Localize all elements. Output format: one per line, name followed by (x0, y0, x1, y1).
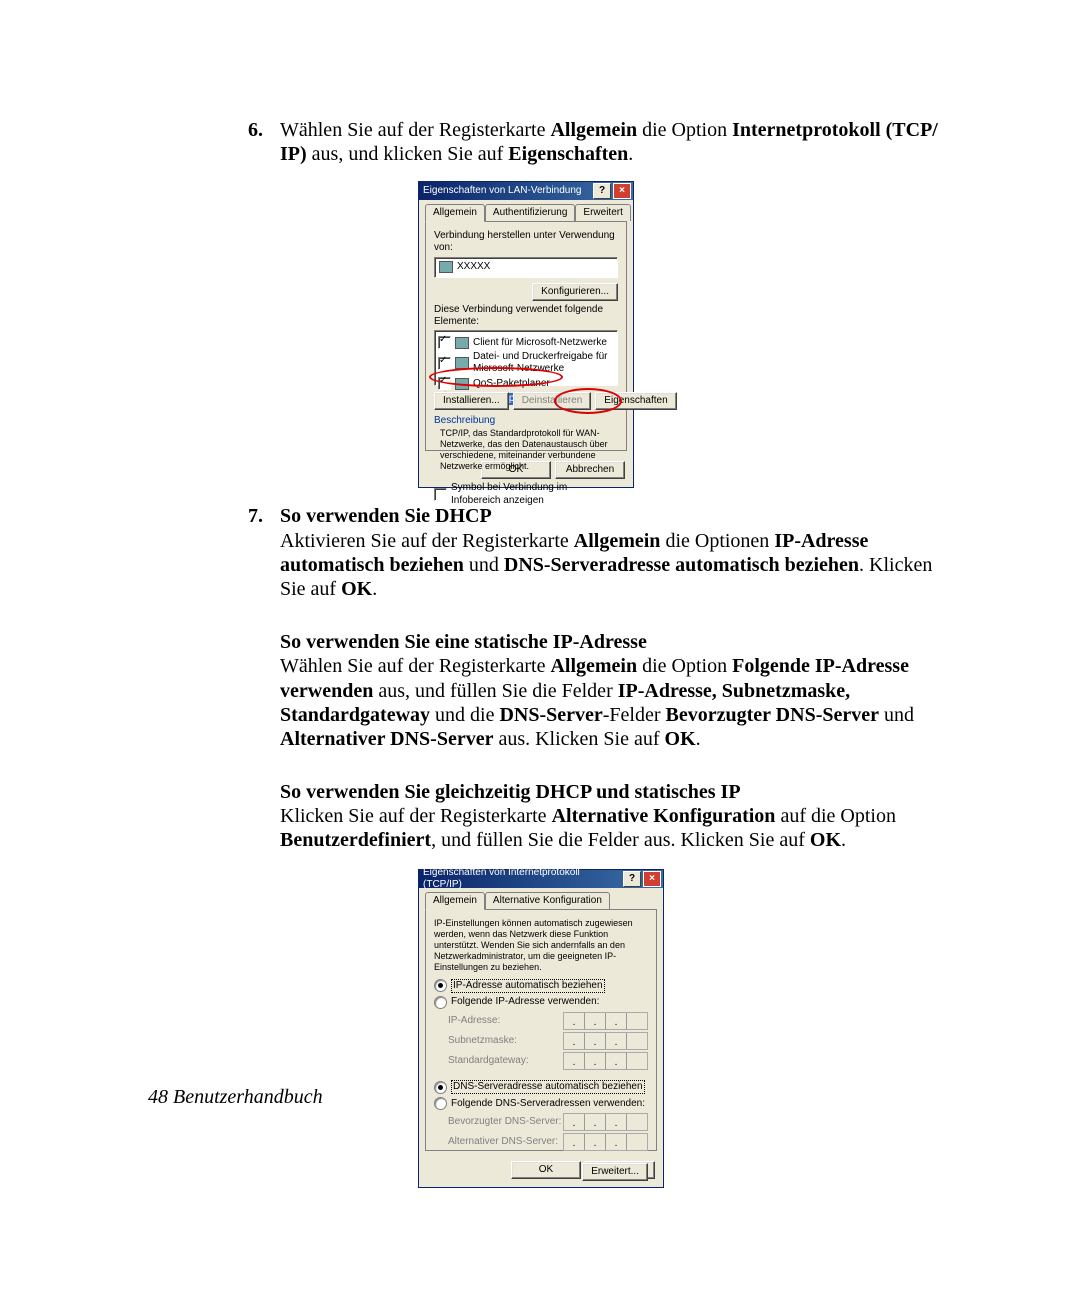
static-ip-section: So verwenden Sie eine statische IP-Adres… (280, 630, 938, 752)
tcpip-properties-dialog: Eigenschaften von Internetprotokoll (TCP… (418, 869, 664, 1188)
step-7-text: So verwenden Sie DHCP Aktivieren Sie auf… (280, 504, 938, 602)
help-icon[interactable]: ? (623, 871, 641, 887)
tray-icon-checkbox-row[interactable]: Symbol bei Verbindung im Infobereich anz… (434, 482, 618, 506)
tab-authentifizierung[interactable]: Authentifizierung (485, 204, 576, 221)
description-text: TCP/IP, das Standardprotokoll für WAN-Ne… (434, 428, 618, 472)
step-7-num: 7. (248, 504, 280, 602)
heading-dhcp: So verwenden Sie DHCP (280, 505, 492, 527)
dns1-row: Bevorzugter DNS-Server:... (448, 1113, 648, 1131)
radio-auto-dns[interactable]: DNS-Serveradresse automatisch beziehen (434, 1080, 648, 1094)
list-item[interactable]: Client für Microsoft-Netzwerke (438, 336, 614, 349)
service-icon (455, 378, 469, 390)
dialog2-tabs: Allgemein Alternative Konfiguration (425, 892, 657, 909)
intro-text: IP-Einstellungen können automatisch zuge… (434, 918, 648, 973)
client-icon (455, 337, 469, 349)
heading-static-ip: So verwenden Sie eine statische IP-Adres… (280, 631, 647, 653)
ip-input[interactable]: ... (563, 1032, 648, 1050)
tab-erweitert[interactable]: Erweitert (575, 204, 630, 221)
advanced-button[interactable]: Erweitert... (582, 1163, 648, 1181)
dhcp-static-section: So verwenden Sie gleichzeitig DHCP und s… (280, 780, 938, 853)
step-6-text: Wählen Sie auf der Registerkarte Allgeme… (280, 118, 938, 167)
checkbox-icon[interactable] (438, 336, 451, 349)
properties-button[interactable]: Eigenschaften (595, 392, 676, 410)
radio-auto-ip[interactable]: IP-Adresse automatisch beziehen (434, 979, 648, 993)
close-icon[interactable]: × (643, 871, 661, 887)
page-footer: 48 Benutzerhandbuch (148, 1086, 323, 1109)
ip-address-row: IP-Adresse:... (448, 1012, 648, 1030)
lan-properties-dialog: Eigenschaften von LAN-Verbindung ? × All… (418, 181, 634, 488)
list-item[interactable]: QoS-Paketplaner (438, 377, 614, 390)
radio-icon[interactable] (434, 979, 447, 992)
step-7: 7. So verwenden Sie DHCP Aktivieren Sie … (248, 504, 938, 602)
heading-dhcp-static: So verwenden Sie gleichzeitig DHCP und s… (280, 781, 741, 803)
radio-icon[interactable] (434, 1097, 447, 1110)
dialog1-tabs: Allgemein Authentifizierung Erweitert (425, 204, 627, 221)
dns2-row: Alternativer DNS-Server:... (448, 1133, 648, 1151)
adapter-icon (439, 261, 453, 273)
radio-icon[interactable] (434, 1081, 447, 1094)
ip-input[interactable]: ... (563, 1133, 648, 1151)
configure-button[interactable]: Konfigurieren... (532, 283, 618, 301)
dialog2-title: Eigenschaften von Internetprotokoll (TCP… (423, 867, 621, 891)
ip-input[interactable]: ... (563, 1113, 648, 1131)
radio-icon[interactable] (434, 996, 447, 1009)
dialog1-title: Eigenschaften von LAN-Verbindung (423, 185, 581, 197)
elements-listbox[interactable]: Client für Microsoft-Netzwerke Datei- un… (434, 330, 618, 386)
label-connect-using: Verbindung herstellen unter Verwendung v… (434, 230, 618, 254)
tab-allgemein[interactable]: Allgemein (425, 892, 485, 910)
tab-alternative[interactable]: Alternative Konfiguration (485, 892, 610, 909)
label-elements: Diese Verbindung verwendet folgende Elem… (434, 304, 618, 328)
uninstall-button[interactable]: Deinstallieren (513, 392, 592, 410)
step-6-num: 6. (248, 118, 280, 167)
help-icon[interactable]: ? (593, 183, 611, 199)
checkbox-icon[interactable] (434, 488, 447, 501)
subnet-mask-row: Subnetzmaske:... (448, 1032, 648, 1050)
checkbox-icon[interactable] (438, 377, 451, 390)
adapter-field: XXXXX (434, 257, 618, 277)
service-icon (455, 357, 469, 369)
ip-input[interactable]: ... (563, 1052, 648, 1070)
close-icon[interactable]: × (613, 183, 631, 199)
gateway-row: Standardgateway:... (448, 1052, 648, 1070)
adapter-name: XXXXX (457, 261, 490, 273)
radio-manual-dns[interactable]: Folgende DNS-Serveradressen verwenden: (434, 1097, 648, 1110)
checkbox-icon[interactable] (438, 357, 451, 370)
ip-input[interactable]: ... (563, 1012, 648, 1030)
dialog1-titlebar: Eigenschaften von LAN-Verbindung ? × (419, 182, 633, 200)
radio-manual-ip[interactable]: Folgende IP-Adresse verwenden: (434, 996, 648, 1009)
description-label: Beschreibung (434, 415, 618, 427)
step-6: 6. Wählen Sie auf der Registerkarte Allg… (248, 118, 938, 167)
install-button[interactable]: Installieren... (434, 392, 509, 410)
tab-allgemein[interactable]: Allgemein (425, 204, 485, 222)
dialog2-titlebar: Eigenschaften von Internetprotokoll (TCP… (419, 870, 663, 888)
list-item[interactable]: Datei- und Druckerfreigabe für Microsoft… (438, 351, 614, 375)
